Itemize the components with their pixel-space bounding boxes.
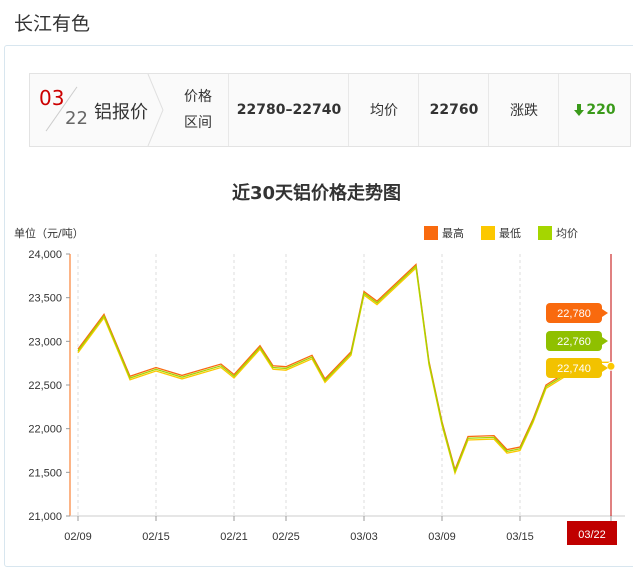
chevron-divider-icon	[147, 74, 164, 146]
site-title: 长江有色	[14, 13, 91, 35]
avg-label-cell: 均价	[348, 74, 419, 146]
change-label-cell: 涨跌	[488, 74, 559, 146]
range-label-cell: 价格 区间	[168, 74, 228, 146]
quote-day: 22	[65, 108, 88, 129]
range-value: 22780–22740	[236, 102, 342, 118]
price-quote-bar: 03 22 铝报价 价格 区间 22780–22740 均价 22760 涨跌 …	[29, 73, 631, 147]
avg-label: 均价	[370, 103, 398, 119]
avg-value: 22760	[429, 102, 479, 118]
metal-name: 铝报价	[94, 102, 148, 123]
change-label: 涨跌	[510, 103, 538, 119]
arrow-down-icon	[574, 104, 585, 116]
range-label: 价格 区间	[184, 89, 212, 131]
change-value-cell: 220	[558, 74, 631, 146]
chart-title: 近30天铝价格走势图	[231, 183, 402, 204]
change-value: 220	[586, 102, 616, 118]
quote-date: 03 22 铝报价	[30, 74, 152, 146]
avg-value-cell: 22760	[418, 74, 489, 146]
range-value-cell: 22780–22740	[228, 74, 349, 146]
y-axis-label: 单位（元/吨）	[14, 227, 84, 240]
quote-month: 03	[39, 86, 65, 110]
